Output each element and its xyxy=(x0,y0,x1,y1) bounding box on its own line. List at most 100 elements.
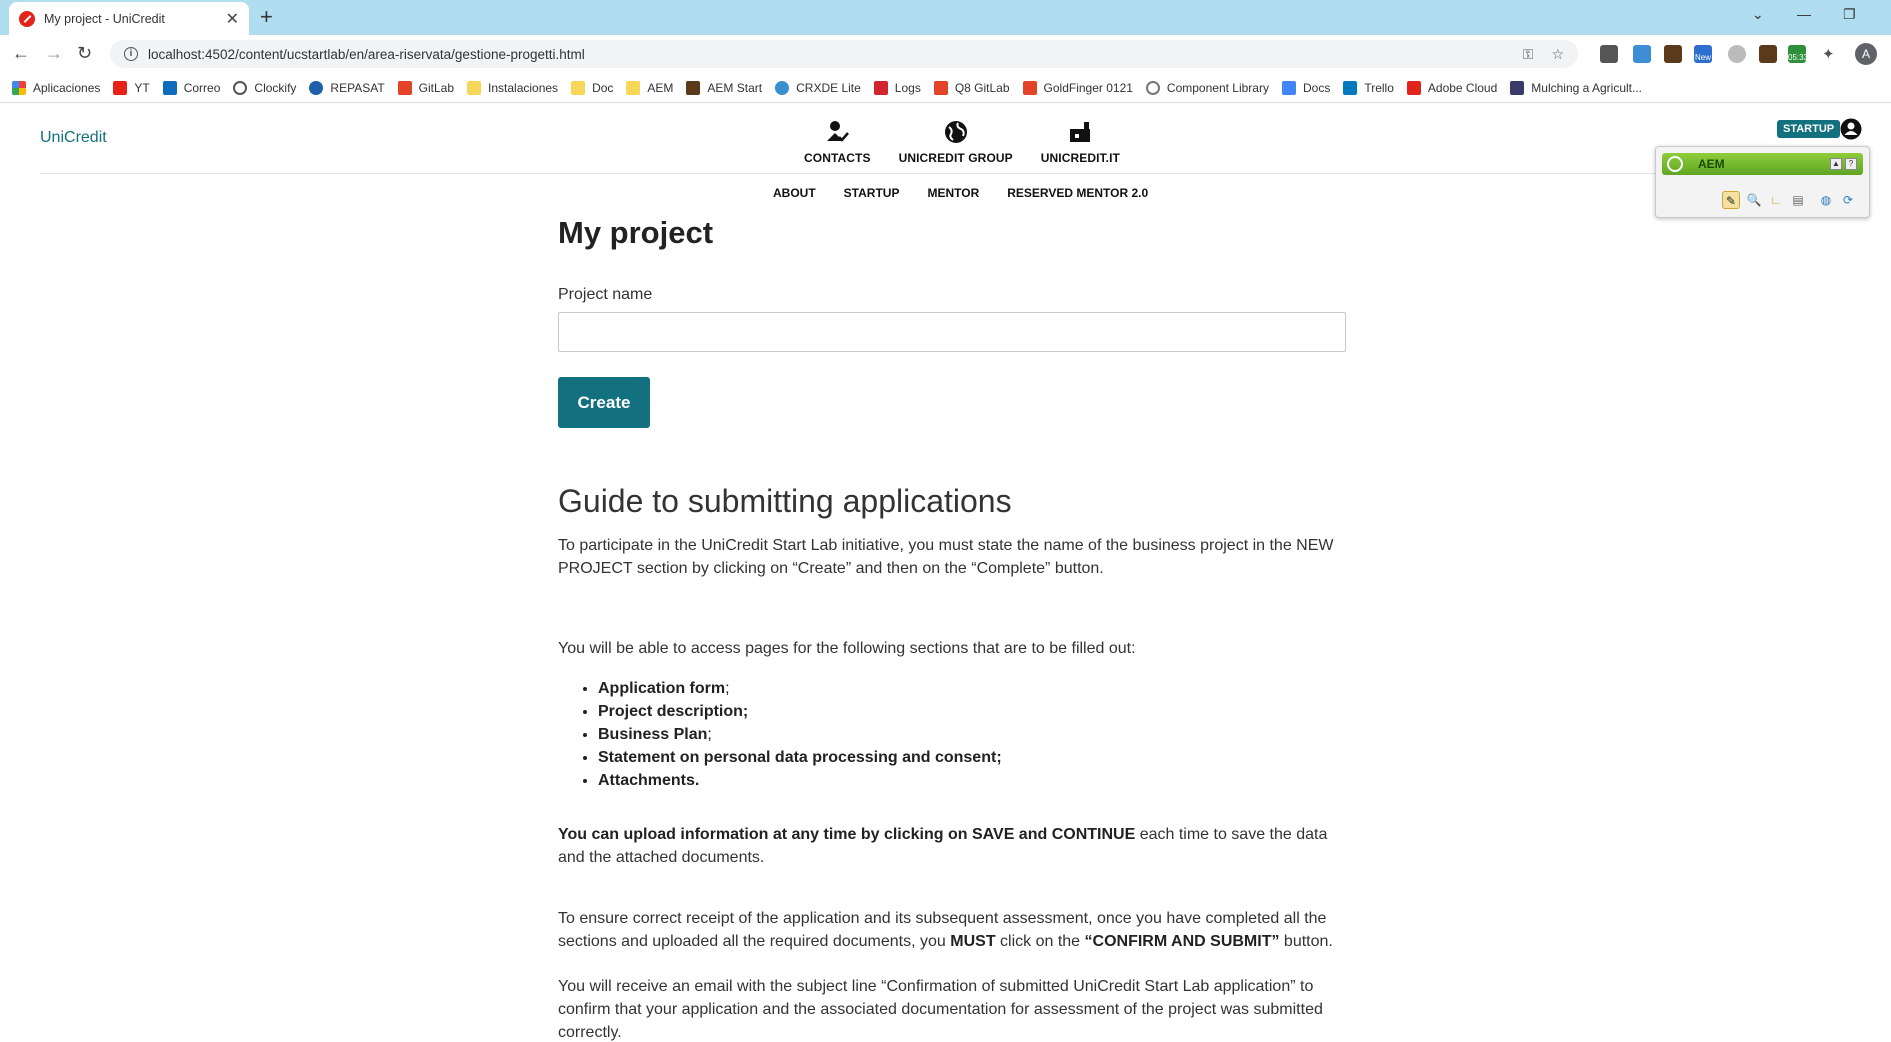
project-name-label: Project name xyxy=(558,286,653,303)
tab-search-icon[interactable]: ⌄ xyxy=(1752,6,1764,23)
top-nav-unicredit-group[interactable]: UNICREDIT GROUP xyxy=(899,119,1013,165)
adobe-icon xyxy=(1406,80,1421,95)
refresh-icon[interactable]: ⟳ xyxy=(1839,191,1857,209)
unicredit-logo[interactable]: UniCredit xyxy=(40,129,107,147)
bookmark-item[interactable]: Q8 GitLab xyxy=(933,80,1010,95)
bookmark-item[interactable]: Trello xyxy=(1343,80,1394,95)
top-nav-label: CONTACTS xyxy=(804,151,871,165)
project-name-input[interactable] xyxy=(558,312,1346,352)
top-nav-contacts[interactable]: CONTACTS xyxy=(804,119,871,165)
bookmark-item[interactable]: REPASAT xyxy=(309,80,385,95)
bookmark-item[interactable]: GitLab xyxy=(397,80,454,95)
extension-icon[interactable] xyxy=(1728,45,1746,63)
sub-nav-about[interactable]: ABOUT xyxy=(773,186,816,200)
bookmark-item[interactable]: Doc xyxy=(571,80,613,95)
web-icon xyxy=(1510,80,1525,95)
url-text[interactable]: localhost:4502/content/ucstartlab/en/are… xyxy=(148,47,1505,62)
folder-icon xyxy=(626,80,641,95)
design-ruler-icon[interactable]: ∟ xyxy=(1767,191,1785,209)
list-item: Attachments. xyxy=(598,769,1002,792)
restore-icon[interactable]: ❐ xyxy=(1843,6,1856,23)
list-item: Statement on personal data processing an… xyxy=(598,746,1002,769)
bookmark-item[interactable]: Component Library xyxy=(1145,80,1269,95)
gitlab-icon xyxy=(397,80,412,95)
contacts-icon xyxy=(827,121,850,142)
bookmark-item[interactable]: YT xyxy=(113,80,150,95)
google-docs-icon xyxy=(1281,80,1296,95)
bookmark-star-icon[interactable]: ☆ xyxy=(1551,46,1564,63)
list-item: Business Plan; xyxy=(598,723,1002,746)
aem-logo-icon xyxy=(1667,156,1683,172)
new-tab-icon[interactable]: + xyxy=(260,6,273,28)
collapse-icon[interactable]: ▲ xyxy=(1830,158,1842,170)
page-properties-icon[interactable]: ▤ xyxy=(1789,191,1807,209)
bookmark-apps[interactable]: Aplicaciones xyxy=(12,80,100,95)
sections-list: Application form; Project description; B… xyxy=(598,677,1002,792)
bookmark-item[interactable]: AEM Start xyxy=(686,80,762,95)
sub-nav-startup[interactable]: STARTUP xyxy=(844,186,900,200)
ensure-submit-text: To ensure correct receipt of the applica… xyxy=(558,910,1333,950)
sections-intro-text: You will be able to access pages for the… xyxy=(558,640,1136,657)
browser-toolbar: ← → ↻ i localhost:4502/content/ucstartla… xyxy=(0,35,1891,73)
guide-title: Guide to submitting applications xyxy=(558,483,1012,519)
site-info-icon[interactable]: i xyxy=(124,47,138,61)
preview-magnifier-icon[interactable]: 🔍 xyxy=(1745,191,1763,209)
outlook-icon xyxy=(162,80,177,95)
apps-grid-icon xyxy=(12,80,26,95)
aem-panel-header[interactable]: AEM ▲ ? xyxy=(1662,153,1863,175)
extension-icon[interactable] xyxy=(1600,45,1618,63)
browser-tab[interactable]: My project - UniCredit ✕ xyxy=(9,2,249,35)
bookmark-item[interactable]: Docs xyxy=(1281,80,1330,95)
globe-icon xyxy=(1145,80,1160,95)
email-confirmation-text: You will receive an email with the subje… xyxy=(558,978,1323,1041)
startup-badge[interactable]: STARTUP xyxy=(1777,120,1841,138)
top-nav-label: UNICREDIT.IT xyxy=(1040,151,1120,165)
bookmark-item[interactable]: Mulching a Agricult... xyxy=(1510,80,1642,95)
reload-icon[interactable]: ↻ xyxy=(77,44,92,62)
aem-sidekick-panel: AEM ▲ ? ✎ 🔍 ∟ ▤ ◍ ⟳ xyxy=(1655,146,1870,218)
create-button[interactable]: Create xyxy=(558,377,650,428)
bookmark-item[interactable]: CRXDE Lite xyxy=(775,80,861,95)
sub-nav-reserved-mentor[interactable]: RESERVED MENTOR 2.0 xyxy=(1007,186,1148,200)
gitlab-icon xyxy=(933,80,948,95)
forward-icon[interactable]: → xyxy=(45,44,63,62)
youtube-icon xyxy=(113,80,128,95)
sub-nav-mentor[interactable]: MENTOR xyxy=(927,186,979,200)
bookmark-item[interactable]: Logs xyxy=(873,80,921,95)
close-tab-icon[interactable]: ✕ xyxy=(226,9,239,29)
folder-icon xyxy=(571,80,586,95)
address-bar[interactable]: i localhost:4502/content/ucstartlab/en/a… xyxy=(110,40,1578,68)
bookmark-item[interactable]: Adobe Cloud xyxy=(1406,80,1497,95)
key-icon[interactable]: ⚿ xyxy=(1523,46,1534,63)
top-nav-unicredit-it[interactable]: UNICREDIT.IT xyxy=(1041,119,1120,165)
adobe-icon xyxy=(873,80,888,95)
bookmark-item[interactable]: Correo xyxy=(162,80,220,95)
extensions-puzzle-icon[interactable]: ✦ xyxy=(1822,45,1840,63)
extension-new-icon[interactable]: New xyxy=(1694,45,1712,63)
page-title: My project xyxy=(558,215,714,250)
bookmark-item[interactable]: GoldFinger 0121 xyxy=(1022,80,1133,95)
bookmarks-bar: Aplicaciones YT Correo Clockify REPASAT … xyxy=(0,73,1891,103)
sub-nav: ABOUT STARTUP MENTOR RESERVED MENTOR 2.0 xyxy=(759,186,1162,200)
gitlab-icon xyxy=(1022,80,1037,95)
globe-icon[interactable]: ◍ xyxy=(1817,191,1835,209)
help-icon[interactable]: ? xyxy=(1845,158,1857,170)
bookmark-item[interactable]: AEM xyxy=(626,80,673,95)
minimize-icon[interactable]: — xyxy=(1797,6,1811,22)
edit-pencil-icon[interactable]: ✎ xyxy=(1722,191,1740,209)
back-icon[interactable]: ← xyxy=(12,44,30,62)
user-account-icon[interactable] xyxy=(1840,118,1862,140)
repasat-icon xyxy=(309,80,324,95)
bookmark-item[interactable]: Clockify xyxy=(233,80,296,95)
extension-icon[interactable] xyxy=(1664,45,1682,63)
browser-tabstrip: My project - UniCredit ✕ + ⌄ — ❐ xyxy=(0,0,1891,35)
profile-avatar[interactable]: A xyxy=(1855,43,1877,65)
extension-timer-icon[interactable]: 05:33 xyxy=(1788,45,1808,63)
header-divider xyxy=(40,173,1670,174)
clockify-icon xyxy=(233,80,248,95)
extension-icon[interactable] xyxy=(1633,45,1651,63)
bookmark-item[interactable]: Instalaciones xyxy=(467,80,558,95)
extension-icon[interactable] xyxy=(1759,45,1777,63)
folder-icon xyxy=(467,80,482,95)
globe-icon xyxy=(944,121,967,143)
